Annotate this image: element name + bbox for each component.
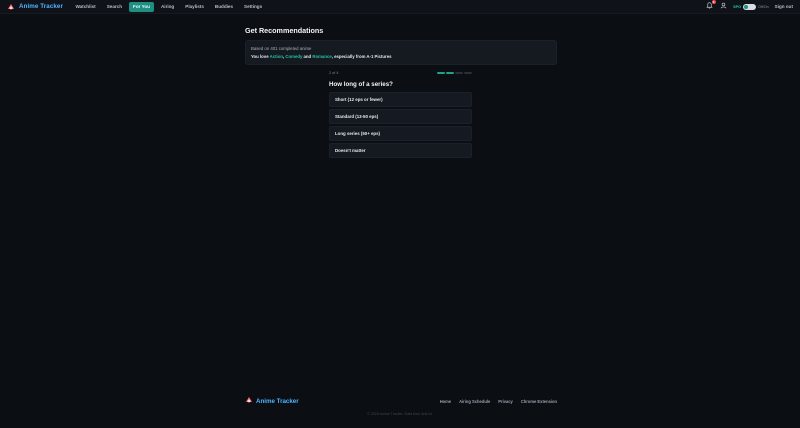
nav-link-settings[interactable]: Settings: [240, 2, 267, 12]
option-doesnt-matter[interactable]: Doesn't matter: [329, 143, 472, 158]
progress-segment: [464, 72, 472, 74]
copyright-text: © 2025 Anime Tracker. Data from AniList.: [367, 412, 433, 416]
quiz-question: How long of a series?: [329, 81, 393, 88]
spoiler-toggle[interactable]: [743, 3, 757, 10]
spoiler-state: Off/On: [758, 4, 769, 9]
progress-segment: [455, 72, 463, 74]
brand[interactable]: Anime Tracker: [7, 3, 63, 11]
completed-count-text: Based on 401 completed anime: [251, 46, 312, 51]
nav-link-watchlist[interactable]: Watchlist: [71, 2, 100, 12]
notifications-button[interactable]: 3: [705, 0, 716, 11]
option-standard[interactable]: Standard (13-50 eps): [329, 109, 472, 124]
main-content: Get Recommendations Based on 401 complet…: [245, 26, 557, 65]
footer: Anime Tracker Home Airing Schedule Priva…: [245, 396, 557, 406]
footer-link-home[interactable]: Home: [440, 399, 451, 404]
nav-link-for-you[interactable]: For You: [128, 1, 155, 12]
genre-action: Action: [269, 53, 283, 59]
footer-links: Home Airing Schedule Privacy Chrome Exte…: [440, 399, 557, 404]
option-short[interactable]: Short (12 eps or fewer): [329, 92, 472, 107]
nav-link-airing[interactable]: Airing: [156, 2, 178, 12]
logo-icon: [7, 3, 15, 11]
logo-icon: [245, 396, 253, 406]
preference-summary-card: Based on 401 completed anime You love Ac…: [245, 40, 557, 65]
nav-link-search[interactable]: Search: [102, 2, 126, 12]
user-icon: [720, 2, 727, 11]
brand-name: Anime Tracker: [19, 3, 63, 10]
option-long[interactable]: Long series (50+ eps): [329, 126, 472, 141]
genre-romance: Romance: [312, 53, 332, 59]
progress-segment: [437, 72, 445, 74]
progress-segment: [446, 72, 454, 74]
nav-links: Watchlist Search For You Airing Playlist…: [71, 1, 267, 12]
nav-right: 3 SPO Off/On Sign out: [705, 0, 793, 11]
recommendation-quiz: 2 of 4 How long of a series? Short (12 e…: [329, 70, 472, 160]
sign-out-link[interactable]: Sign out: [775, 4, 793, 9]
footer-brand-name: Anime Tracker: [256, 397, 299, 405]
progress-bar: [437, 72, 472, 74]
quiz-header: 2 of 4: [329, 70, 472, 76]
top-nav: Anime Tracker Watchlist Search For You A…: [0, 0, 800, 14]
notification-count-badge: 3: [711, 0, 716, 4]
footer-link-airing-schedule[interactable]: Airing Schedule: [459, 399, 490, 404]
spoiler-label: SPO: [733, 4, 742, 9]
nav-link-playlists[interactable]: Playlists: [181, 2, 209, 12]
step-indicator: 2 of 4: [329, 71, 339, 75]
footer-brand[interactable]: Anime Tracker: [245, 396, 299, 406]
bell-icon: [705, 2, 713, 11]
page-title: Get Recommendations: [245, 26, 324, 35]
footer-link-privacy[interactable]: Privacy: [498, 399, 513, 404]
nav-link-buddies[interactable]: Buddies: [210, 2, 237, 12]
footer-link-chrome-extension[interactable]: Chrome Extension: [521, 399, 557, 404]
genre-comedy: Comedy: [285, 53, 303, 59]
spoiler-toggle-group: SPO Off/On: [733, 3, 769, 10]
profile-button[interactable]: [719, 2, 727, 11]
taste-summary-text: You love Action, Comedy and Romance, esp…: [251, 53, 392, 59]
